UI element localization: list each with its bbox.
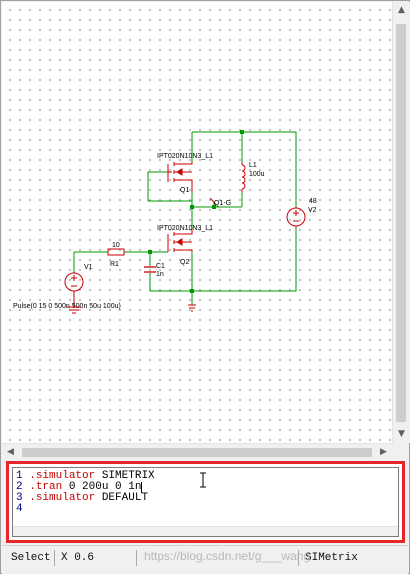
junction	[148, 250, 152, 254]
directive-args: DEFAULT	[95, 492, 149, 504]
v1-source-symbol[interactable]	[64, 272, 84, 307]
r1-ref-label: R1	[110, 261, 119, 268]
v2-source-symbol[interactable]	[286, 207, 306, 227]
editor-horizontal-scrollbar[interactable]	[13, 526, 398, 536]
v1-value-label: Pulse(0 15 0 500n 500n 50u 100u)	[13, 303, 121, 310]
l1-ref-label: L1	[249, 162, 257, 169]
probe-label: Q1-G	[214, 200, 231, 207]
c1-capacitor-symbol[interactable]	[144, 266, 156, 273]
schematic-drawing[interactable]: IPT020N10N3_L1 Q1 L1 100u Q1-G IPT020N10…	[2, 2, 392, 443]
status-x-coordinate: X 0.6	[61, 552, 95, 564]
editor-line[interactable]: 4	[16, 504, 29, 515]
directive-keyword: .simulator	[29, 492, 96, 504]
ground-symbol	[188, 304, 196, 312]
watermark-text: https://blog.csdn.net/g___wang	[144, 549, 311, 563]
status-simulator: SIMetrix	[305, 552, 358, 564]
r1-resistor-symbol[interactable]	[107, 248, 125, 256]
status-divider	[136, 550, 137, 566]
q2-ref-label: Q2	[180, 259, 189, 266]
r1-value-label: 10	[112, 242, 120, 249]
status-mode: Select	[11, 552, 51, 564]
editor-line[interactable]: 3 .simulator DEFAULT	[16, 493, 148, 504]
horizontal-scroll-thumb[interactable]	[22, 448, 372, 457]
status-divider	[54, 550, 55, 566]
c1-value-label: 1n	[156, 271, 164, 278]
schematic-canvas[interactable]: IPT020N10N3_L1 Q1 L1 100u Q1-G IPT020N10…	[2, 2, 392, 443]
v2-ref-label: V2	[308, 207, 317, 214]
junction	[240, 130, 244, 134]
q1-ref-label: Q1	[180, 187, 189, 194]
scroll-down-icon[interactable]: ▼	[393, 426, 410, 443]
netlist-editor[interactable]: 1 .simulator SIMETRIX 2 .tran 0 200u 0 1…	[12, 467, 399, 537]
l1-value-label: 100u	[249, 171, 265, 178]
q2-model-label: IPT020N10N3_L1	[157, 225, 213, 232]
q1-model-label: IPT020N10N3_L1	[157, 153, 213, 160]
junction	[190, 205, 194, 209]
v1-ref-label: V1	[84, 264, 93, 271]
q2-mosfet-symbol[interactable]	[167, 229, 193, 252]
scroll-corner	[392, 443, 409, 460]
netlist-editor-highlight: 1 .simulator SIMETRIX 2 .tran 0 200u 0 1…	[6, 461, 405, 543]
line-number: 4	[16, 503, 23, 515]
scroll-right-icon[interactable]: ▶	[375, 444, 392, 461]
junction	[190, 289, 194, 293]
vertical-scrollbar[interactable]: ▲ ▼	[392, 2, 410, 443]
l1-inductor-symbol[interactable]	[241, 162, 246, 192]
scroll-left-icon[interactable]: ◀	[2, 444, 19, 461]
scroll-up-icon[interactable]: ▲	[393, 2, 410, 19]
simetrix-window: IPT020N10N3_L1 Q1 L1 100u Q1-G IPT020N10…	[0, 0, 410, 574]
ibeam-cursor-icon	[200, 472, 206, 488]
vertical-scroll-thumb[interactable]	[396, 24, 406, 422]
v2-value-label: 48	[309, 198, 317, 205]
c1-ref-label: C1	[156, 263, 165, 270]
horizontal-scrollbar[interactable]: ◀ ▶	[2, 443, 392, 461]
